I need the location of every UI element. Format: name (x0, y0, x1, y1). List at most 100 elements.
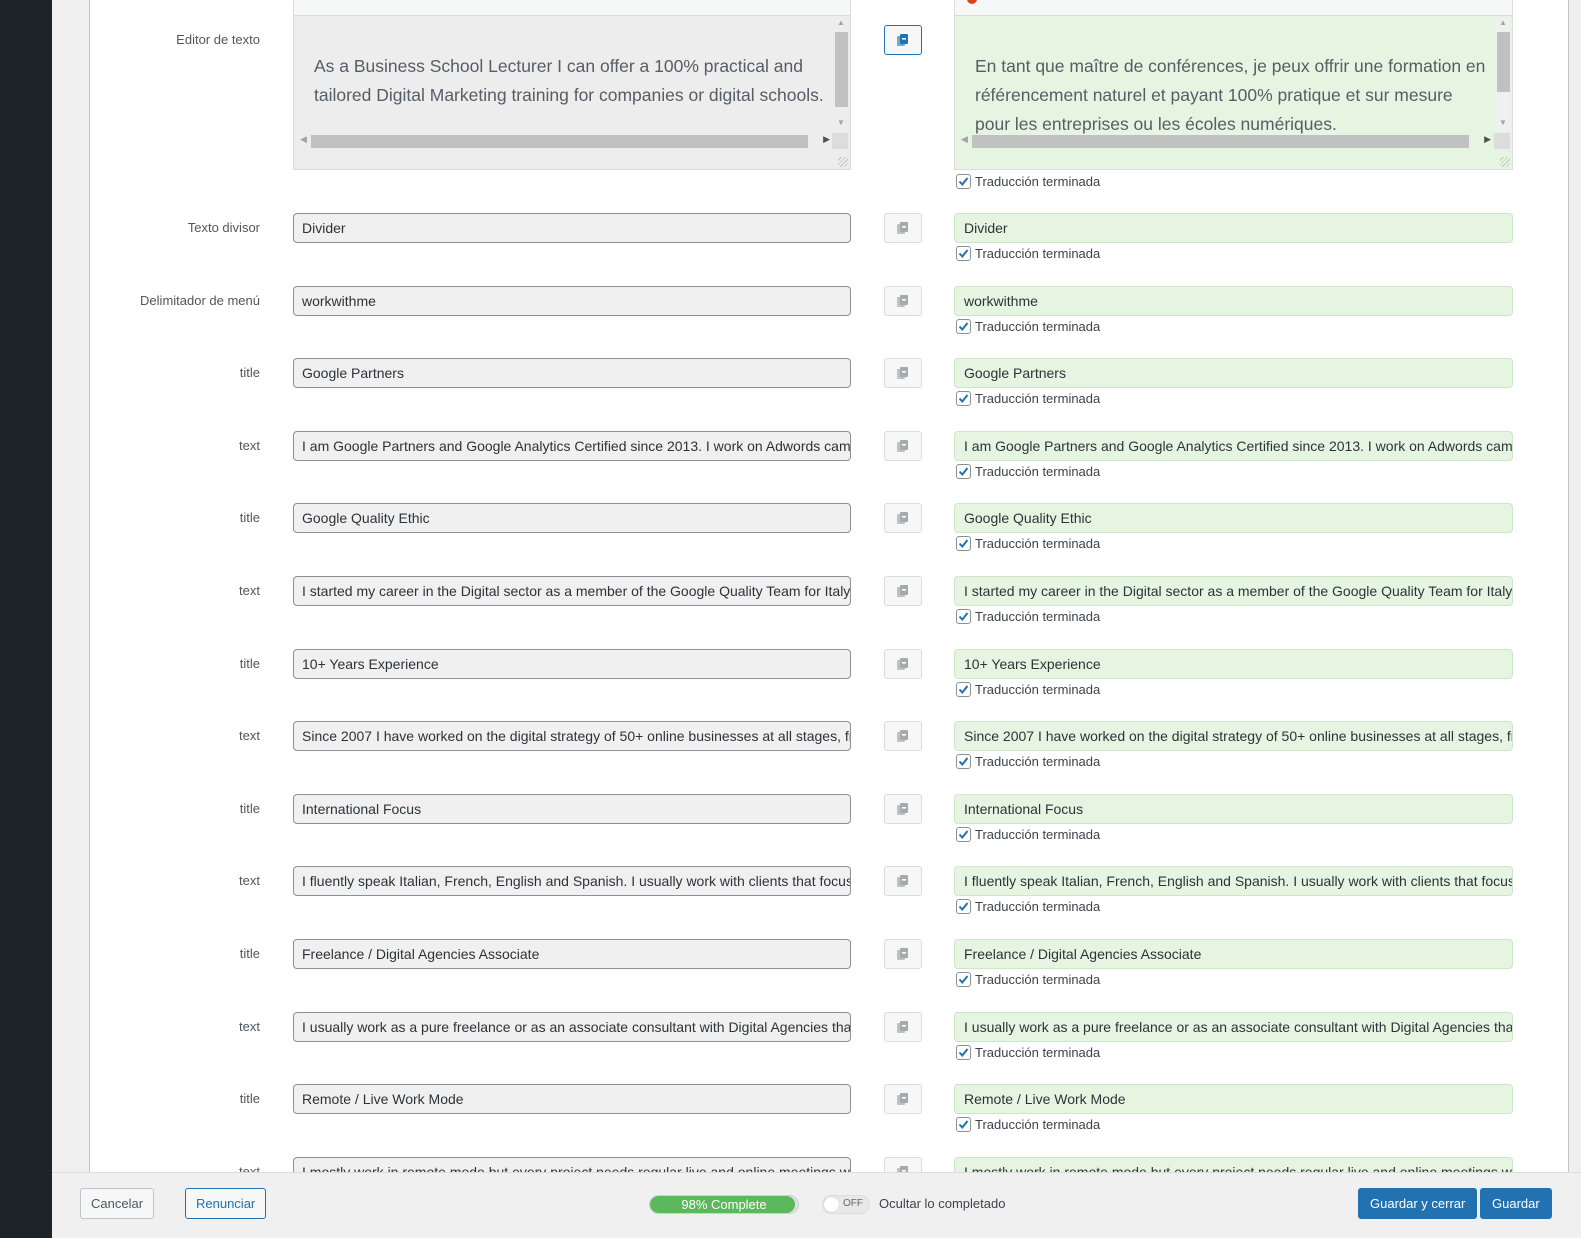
scroll-up-arrow-icon[interactable]: ▲ (1499, 18, 1507, 27)
checkbox[interactable] (956, 1045, 971, 1060)
copy-original-button[interactable] (884, 431, 922, 461)
scrollbar-thumb[interactable] (972, 135, 1469, 148)
copy-original-button[interactable] (884, 25, 922, 55)
original-field[interactable]: I started my career in the Digital secto… (293, 576, 851, 606)
translation-field[interactable]: Divider (954, 213, 1513, 243)
translation-done-checkbox[interactable]: Traducción terminada (956, 682, 1100, 697)
translation-editor[interactable]: En tant que maître de conférences, je pe… (954, 15, 1513, 170)
translation-field[interactable]: Freelance / Digital Agencies Associate (954, 939, 1513, 969)
translation-done-checkbox[interactable]: Traducción terminada (956, 1117, 1100, 1132)
translation-done-checkbox[interactable]: Traducción terminada (956, 1045, 1100, 1060)
copy-original-button[interactable] (884, 503, 922, 533)
translation-done-checkbox[interactable]: Traducción terminada (956, 174, 1100, 189)
original-field[interactable]: workwithme (293, 286, 851, 316)
scroll-down-arrow-icon[interactable]: ▼ (1499, 118, 1507, 127)
original-field[interactable]: Google Partners (293, 358, 851, 388)
scroll-right-arrow-icon[interactable]: ▶ (1484, 134, 1491, 145)
checkbox-label: Traducción terminada (975, 899, 1101, 914)
copy-original-button[interactable] (884, 286, 922, 316)
checkbox[interactable] (956, 899, 971, 914)
checkbox[interactable] (956, 1117, 971, 1132)
scroll-right-arrow-icon[interactable]: ▶ (823, 134, 830, 145)
translation-field[interactable]: I fluently speak Italian, French, Englis… (954, 866, 1513, 896)
translation-done-checkbox[interactable]: Traducción terminada (956, 246, 1100, 261)
copy-original-button[interactable] (884, 649, 922, 679)
copy-original-button[interactable] (884, 576, 922, 606)
original-field[interactable]: Remote / Live Work Mode (293, 1084, 851, 1114)
vertical-scrollbar[interactable]: ▲ ▼ (834, 18, 848, 131)
original-field[interactable]: Since 2007 I have worked on the digital … (293, 721, 851, 751)
translation-field[interactable]: workwithme (954, 286, 1513, 316)
checkbox[interactable] (956, 609, 971, 624)
translation-field[interactable]: Remote / Live Work Mode (954, 1084, 1513, 1114)
hide-completed-toggle[interactable]: OFF (822, 1195, 870, 1214)
translation-field[interactable]: Google Partners (954, 358, 1513, 388)
checkbox[interactable] (956, 754, 971, 769)
checkbox[interactable] (956, 682, 971, 697)
vertical-scrollbar[interactable]: ▲ ▼ (1496, 18, 1510, 131)
copy-original-button[interactable] (884, 1084, 922, 1114)
translation-done-checkbox[interactable]: Traducción terminada (956, 972, 1100, 987)
translation-done-checkbox[interactable]: Traducción terminada (956, 899, 1100, 914)
original-field[interactable]: I usually work as a pure freelance or as… (293, 1012, 851, 1042)
save-and-close-button[interactable]: Guardar y cerrar (1358, 1188, 1478, 1219)
copy-original-button[interactable] (884, 866, 922, 896)
scrollbar-thumb[interactable] (311, 135, 808, 148)
translation-done-checkbox[interactable]: Traducción terminada (956, 391, 1100, 406)
resize-handle-icon[interactable] (1500, 157, 1510, 167)
translation-field[interactable]: I am Google Partners and Google Analytic… (954, 431, 1513, 461)
copy-original-button[interactable] (884, 1012, 922, 1042)
copy-original-button[interactable] (884, 213, 922, 243)
translation-done-checkbox[interactable]: Traducción terminada (956, 319, 1100, 334)
copy-original-button[interactable] (884, 794, 922, 824)
original-field[interactable]: International Focus (293, 794, 851, 824)
checkbox[interactable] (956, 972, 971, 987)
translation-field[interactable]: 10+ Years Experience (954, 649, 1513, 679)
checkbox[interactable] (956, 319, 971, 334)
scrollbar-thumb[interactable] (1497, 32, 1510, 92)
scroll-down-arrow-icon[interactable]: ▼ (837, 118, 845, 127)
scroll-left-arrow-icon[interactable]: ◀ (961, 134, 968, 145)
field-label: text (239, 583, 260, 598)
discard-button[interactable]: Renunciar (185, 1188, 267, 1219)
original-field[interactable]: I fluently speak Italian, French, Englis… (293, 866, 851, 896)
translation-field[interactable]: I usually work as a pure freelance or as… (954, 1012, 1513, 1042)
original-editor-content: As a Business School Lecturer I can offe… (314, 56, 824, 105)
original-field[interactable]: Google Quality Ethic (293, 503, 851, 533)
copy-original-button[interactable] (884, 358, 922, 388)
original-field[interactable]: 10+ Years Experience (293, 649, 851, 679)
translation-field[interactable]: Since 2007 I have worked on the digital … (954, 721, 1513, 751)
translation-field[interactable]: I started my career in the Digital secto… (954, 576, 1513, 606)
translation-editor-content: En tant que maître de conférences, je pe… (975, 56, 1486, 134)
original-editor[interactable]: As a Business School Lecturer I can offe… (293, 15, 851, 170)
translation-done-checkbox[interactable]: Traducción terminada (956, 827, 1100, 842)
resize-handle-icon[interactable] (838, 157, 848, 167)
copy-original-button[interactable] (884, 721, 922, 751)
checkbox[interactable] (956, 827, 971, 842)
translation-field[interactable]: Google Quality Ethic (954, 503, 1513, 533)
copy-original-button[interactable] (884, 939, 922, 969)
save-button[interactable]: Guardar (1480, 1188, 1552, 1219)
copy-to-translation-icon (897, 512, 908, 524)
field-label: Editor de texto (176, 32, 260, 47)
checkbox[interactable] (956, 464, 971, 479)
translation-done-checkbox[interactable]: Traducción terminada (956, 464, 1100, 479)
checkbox[interactable] (956, 536, 971, 551)
checkbox[interactable] (956, 174, 971, 189)
translation-done-checkbox[interactable]: Traducción terminada (956, 754, 1100, 769)
original-field[interactable]: I am Google Partners and Google Analytic… (293, 431, 851, 461)
horizontal-scrollbar[interactable]: ◀ ▶ (296, 133, 834, 149)
translation-field[interactable]: International Focus (954, 794, 1513, 824)
translation-done-checkbox[interactable]: Traducción terminada (956, 536, 1100, 551)
checkmark-icon (958, 1048, 969, 1058)
cancel-button[interactable]: Cancelar (80, 1188, 155, 1219)
scroll-up-arrow-icon[interactable]: ▲ (837, 18, 845, 27)
scrollbar-thumb[interactable] (835, 32, 848, 107)
original-field[interactable]: Freelance / Digital Agencies Associate (293, 939, 851, 969)
translation-done-checkbox[interactable]: Traducción terminada (956, 609, 1100, 624)
checkbox[interactable] (956, 246, 971, 261)
original-field[interactable]: Divider (293, 213, 851, 243)
checkbox[interactable] (956, 391, 971, 406)
horizontal-scrollbar[interactable]: ◀ ▶ (957, 133, 1495, 149)
scroll-left-arrow-icon[interactable]: ◀ (300, 134, 307, 145)
